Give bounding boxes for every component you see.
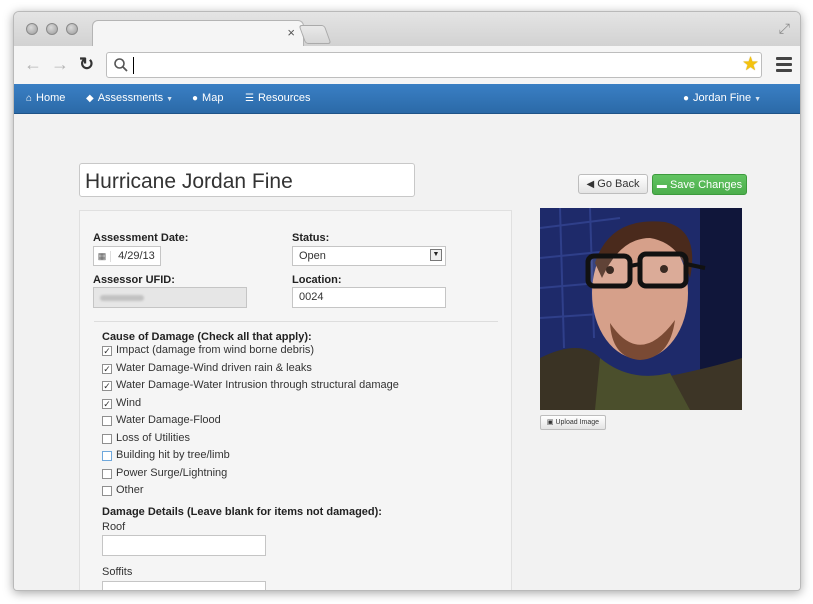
go-back-button[interactable]: ◀ Go Back [578,174,648,194]
location-label: Location: [292,274,342,286]
cause-checkbox-water-intrusion[interactable]: ✓ [102,381,112,391]
upload-image-button[interactable]: ▣ Upload Image [540,415,606,430]
camera-icon: ▣ [546,419,554,426]
new-tab-button[interactable] [298,25,332,44]
zoom-window-button[interactable] [66,23,78,35]
app-navbar: ⌂ Home ◆ Assessments ▼ ● Map ☰ Resources ● Jor… [14,84,800,114]
user-icon: ● [683,93,690,104]
minimize-window-button[interactable] [46,23,58,35]
calendar-icon: ▦ [94,251,111,262]
reload-icon[interactable]: ↻ [79,54,94,74]
damage-details-label: Damage Details (Leave blank for items no… [102,506,382,518]
chevron-down-icon: ▼ [166,96,174,103]
dropdown-arrow-icon: ▼ [430,249,442,261]
fullscreen-icon[interactable]: ⤢ [779,20,790,37]
cause-label-flood: Water Damage-Flood [116,414,221,426]
close-window-button[interactable] [26,23,38,35]
cause-label-tree-limb: Building hit by tree/limb [116,449,230,461]
chevron-down-icon: ▼ [754,96,762,103]
cause-label-impact: Impact (damage from wind borne debris) [116,344,315,356]
assessment-date-input[interactable]: ▦ 4/29/13 [93,246,161,266]
cause-label-water-wind-rain: Water Damage-Wind driven rain & leaks [116,362,312,374]
cause-label-other: Other [116,484,144,496]
status-label: Status: [292,232,330,244]
blurred-ufid-value [100,295,144,301]
save-changes-button[interactable]: ▬ Save Changes [652,174,747,195]
assessor-ufid-input[interactable] [93,287,247,308]
bookmark-star-icon[interactable]: ★ [742,55,759,75]
cause-checkbox-tree-limb[interactable] [102,451,112,461]
nav-assessments[interactable]: ◆ Assessments ▼ [86,92,173,106]
page-content: Hurricane Jordan Fine ◀ Go Back ▬ Save C… [14,114,800,590]
text-caret [133,57,134,74]
status-select[interactable]: Open ▼ [292,246,446,266]
soffits-input[interactable] [102,581,266,590]
cause-checkbox-other[interactable] [102,486,112,496]
tag-icon: ◆ [86,93,94,104]
cause-checkbox-water-wind-rain[interactable]: ✓ [102,364,112,374]
tab-close-icon[interactable]: × [287,26,295,40]
assessor-ufid-label: Assessor UFID: [93,274,175,286]
cause-label-water-intrusion: Water Damage-Water Intrusion through str… [116,379,399,391]
nav-user-menu[interactable]: ● Jordan Fine ▼ [683,92,761,106]
soffits-label: Soffits [102,566,133,578]
home-icon: ⌂ [26,93,33,104]
assessment-form: Assessment Date: ▦ 4/29/13 Status: Open … [79,210,512,590]
cause-label-utilities: Loss of Utilities [116,432,190,444]
assessment-title-input[interactable]: Hurricane Jordan Fine [79,163,415,197]
roof-input[interactable] [102,535,266,556]
cause-label-power-surge: Power Surge/Lightning [116,467,228,479]
cause-checkbox-wind[interactable]: ✓ [102,399,112,409]
save-icon: ▬ [656,180,667,191]
cause-of-damage-label: Cause of Damage (Check all that apply): [102,331,312,343]
assessment-date-label: Assessment Date: [93,232,189,244]
cause-checkbox-utilities[interactable] [102,434,112,444]
forward-arrow-icon[interactable]: → [51,54,69,74]
location-input[interactable]: 0024 [292,287,446,308]
address-bar[interactable]: ★ [106,52,762,78]
search-icon [114,58,128,72]
menu-icon[interactable] [776,57,792,75]
cause-checkbox-flood[interactable] [102,416,112,426]
cause-label-wind: Wind [116,397,142,409]
nav-map[interactable]: ● Map [192,92,223,105]
nav-resources[interactable]: ☰ Resources [245,92,311,105]
arrow-left-icon: ◀ [586,179,595,190]
nav-home[interactable]: ⌂ Home [26,92,65,105]
cause-checkbox-power-surge[interactable] [102,469,112,479]
profile-photo [540,208,742,410]
cause-checkbox-impact[interactable]: ✓ [102,346,112,356]
section-divider [94,321,498,322]
list-icon: ☰ [245,93,254,104]
browser-window: × ⤢ ← → ↻ ★ ⌂Home ◆Assessments▼ ●Map [13,11,801,591]
back-arrow-icon[interactable]: ← [24,54,42,74]
browser-tab[interactable]: × [92,20,304,48]
map-marker-icon: ● [192,93,199,104]
roof-label: Roof [102,521,126,533]
browser-toolbar: ← → ↻ ★ [14,46,800,85]
tab-strip: × ⤢ [14,12,800,48]
